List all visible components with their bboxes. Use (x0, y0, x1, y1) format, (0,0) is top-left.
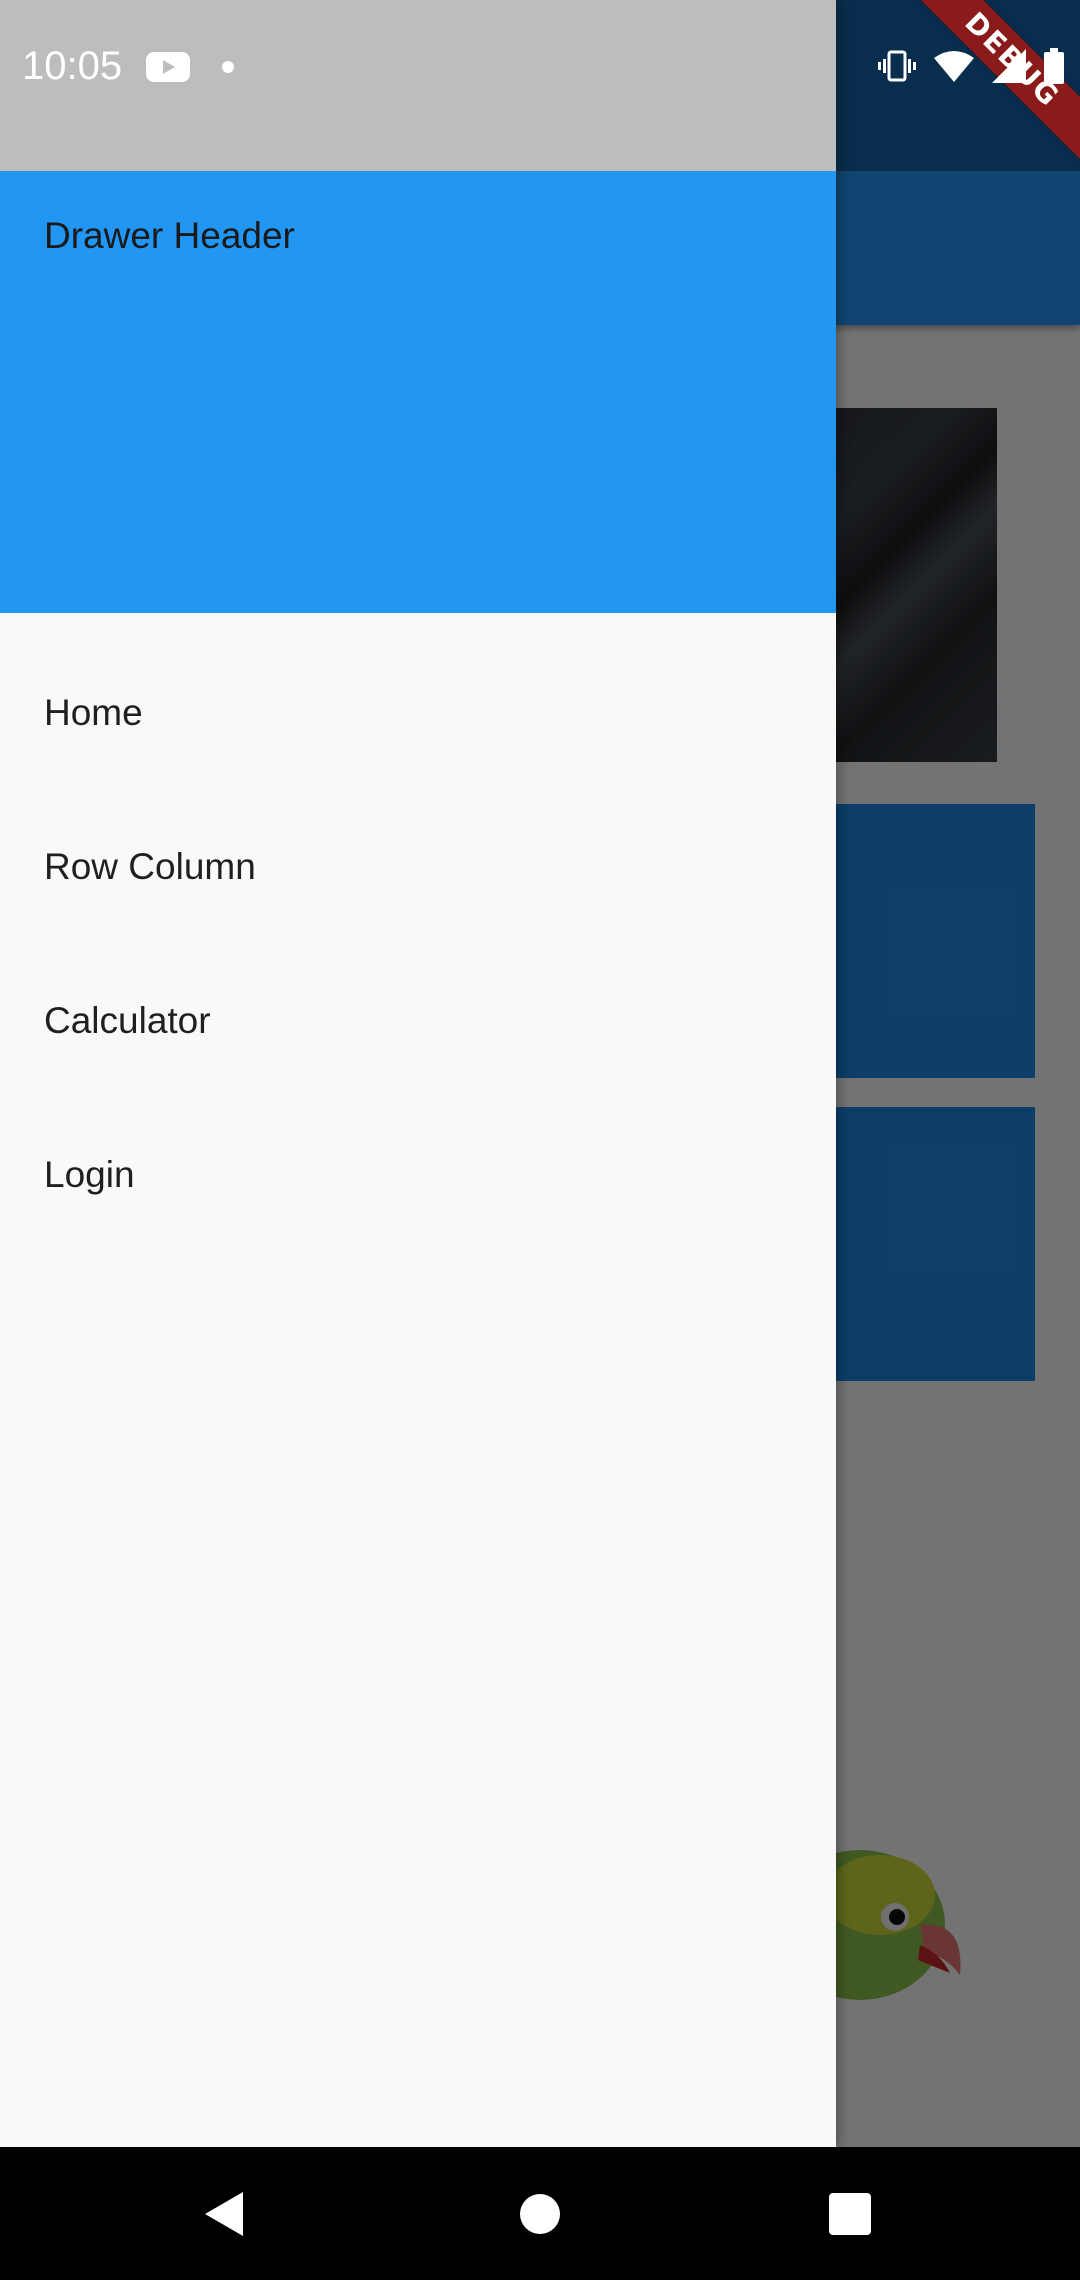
wifi-icon (934, 51, 974, 82)
back-icon (205, 2191, 243, 2236)
youtube-icon (146, 52, 190, 82)
status-time: 10:05 (22, 44, 123, 88)
recents-icon (829, 2192, 871, 2235)
battery-icon (1044, 48, 1064, 84)
status-icons (878, 48, 1064, 84)
drawer-item-label: Login (44, 1154, 135, 1195)
signal-icon (992, 49, 1026, 83)
drawer-menu-list: Home Row Column Calculator Login (0, 636, 836, 1252)
navigation-bar (0, 2147, 1080, 2280)
drawer-item-label: Row Column (44, 846, 256, 887)
home-icon (520, 2193, 560, 2234)
drawer-item-row-column[interactable]: Row Column (0, 790, 836, 944)
drawer-status-area (0, 0, 836, 171)
drawer-header: Drawer Header (0, 171, 836, 613)
drawer-header-title: Drawer Header (44, 215, 295, 256)
home-button[interactable] (490, 2147, 590, 2280)
recents-button[interactable] (800, 2147, 900, 2280)
drawer-item-login[interactable]: Login (0, 1098, 836, 1252)
drawer-item-calculator[interactable]: Calculator (0, 944, 836, 1098)
drawer-item-label: Home (44, 692, 143, 733)
notification-dot-icon (222, 61, 234, 73)
drawer-item-home[interactable]: Home (0, 636, 836, 790)
drawer-item-label: Calculator (44, 1000, 211, 1041)
back-button[interactable] (175, 2147, 275, 2280)
navigation-drawer: Drawer Header Home Row Column Calculator… (0, 0, 836, 2147)
vibrate-icon (878, 50, 916, 82)
